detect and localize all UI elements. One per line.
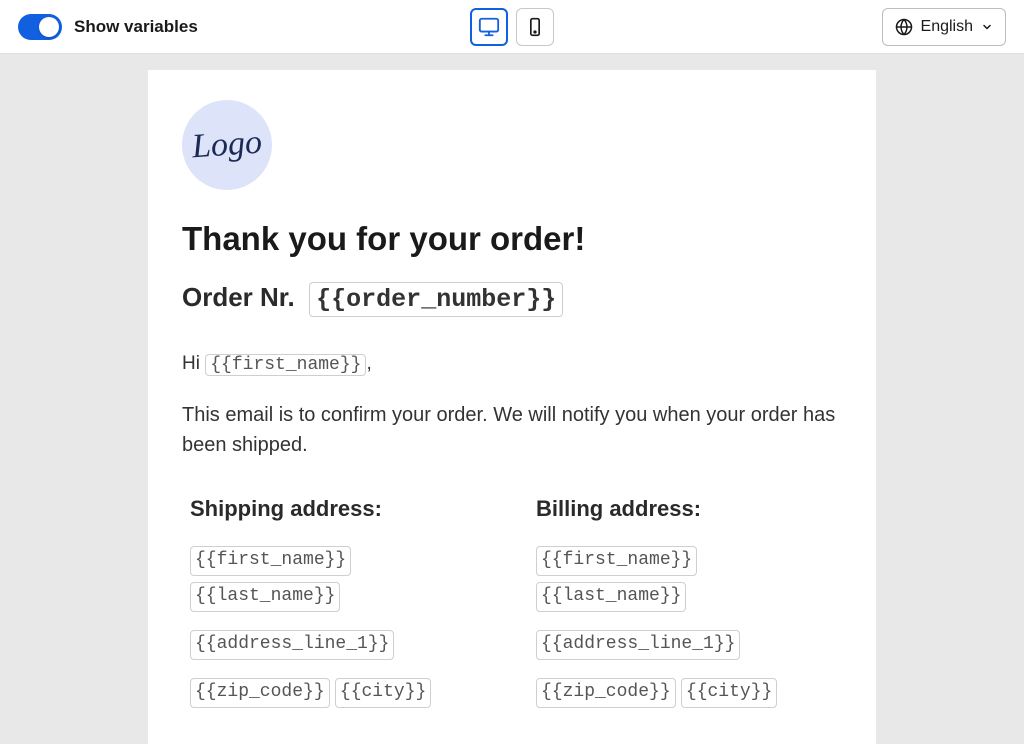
language-label: English <box>921 18 973 36</box>
order-number-line: Order Nr. {{order_number}} <box>182 282 842 317</box>
shipping-address-column: Shipping address: {{first_name}} {{last_… <box>190 496 496 712</box>
billing-last-name-var: {{last_name}} <box>536 582 686 612</box>
billing-zip-var: {{zip_code}} <box>536 678 676 708</box>
desktop-preview-button[interactable] <box>470 8 508 46</box>
shipping-zip-var: {{zip_code}} <box>190 678 330 708</box>
shipping-address1-row: {{address_line_1}} <box>190 628 496 660</box>
shipping-city-row: {{zip_code}} {{city}} <box>190 676 496 708</box>
show-variables-label: Show variables <box>74 17 198 37</box>
language-selector[interactable]: English <box>882 8 1006 46</box>
billing-city-row: {{zip_code}} {{city}} <box>536 676 842 708</box>
preview-canvas: Logo Thank you for your order! Order Nr.… <box>0 54 1024 744</box>
globe-icon <box>895 18 913 36</box>
billing-address1-row: {{address_line_1}} <box>536 628 842 660</box>
billing-city-var: {{city}} <box>681 678 777 708</box>
logo-placeholder: Logo <box>182 100 272 190</box>
billing-heading: Billing address: <box>536 496 842 522</box>
shipping-heading: Shipping address: <box>190 496 496 522</box>
address-columns: Shipping address: {{first_name}} {{last_… <box>182 496 842 712</box>
billing-first-name-row: {{first_name}} <box>536 544 842 576</box>
order-label: Order Nr. <box>182 282 295 312</box>
confirmation-text: This email is to confirm your order. We … <box>182 400 842 460</box>
greeting-line: Hi {{first_name}}, <box>182 353 842 376</box>
toggle-knob <box>39 17 59 37</box>
shipping-address1-var: {{address_line_1}} <box>190 630 394 660</box>
chevron-down-icon <box>981 21 993 33</box>
left-controls: Show variables <box>18 14 198 40</box>
shipping-first-name-row: {{first_name}} <box>190 544 496 576</box>
billing-address-column: Billing address: {{first_name}} {{last_n… <box>536 496 842 712</box>
billing-last-name-row: {{last_name}} <box>536 580 842 612</box>
billing-address1-var: {{address_line_1}} <box>536 630 740 660</box>
shipping-last-name-row: {{last_name}} <box>190 580 496 612</box>
shipping-first-name-var: {{first_name}} <box>190 546 351 576</box>
mobile-icon <box>525 17 545 37</box>
greeting-variable: {{first_name}} <box>205 354 366 376</box>
shipping-last-name-var: {{last_name}} <box>190 582 340 612</box>
email-preview: Logo Thank you for your order! Order Nr.… <box>148 70 876 744</box>
right-controls: English <box>882 8 1006 46</box>
billing-first-name-var: {{first_name}} <box>536 546 697 576</box>
toolbar: Show variables English <box>0 0 1024 54</box>
shipping-city-var: {{city}} <box>335 678 431 708</box>
desktop-icon <box>478 16 500 38</box>
mobile-preview-button[interactable] <box>516 8 554 46</box>
email-heading: Thank you for your order! <box>182 220 842 258</box>
logo-text: Logo <box>191 124 263 167</box>
order-number-variable: {{order_number}} <box>309 282 563 317</box>
greeting-suffix: , <box>366 353 371 374</box>
greeting-prefix: Hi <box>182 353 200 374</box>
show-variables-toggle[interactable] <box>18 14 62 40</box>
device-switcher <box>470 8 554 46</box>
